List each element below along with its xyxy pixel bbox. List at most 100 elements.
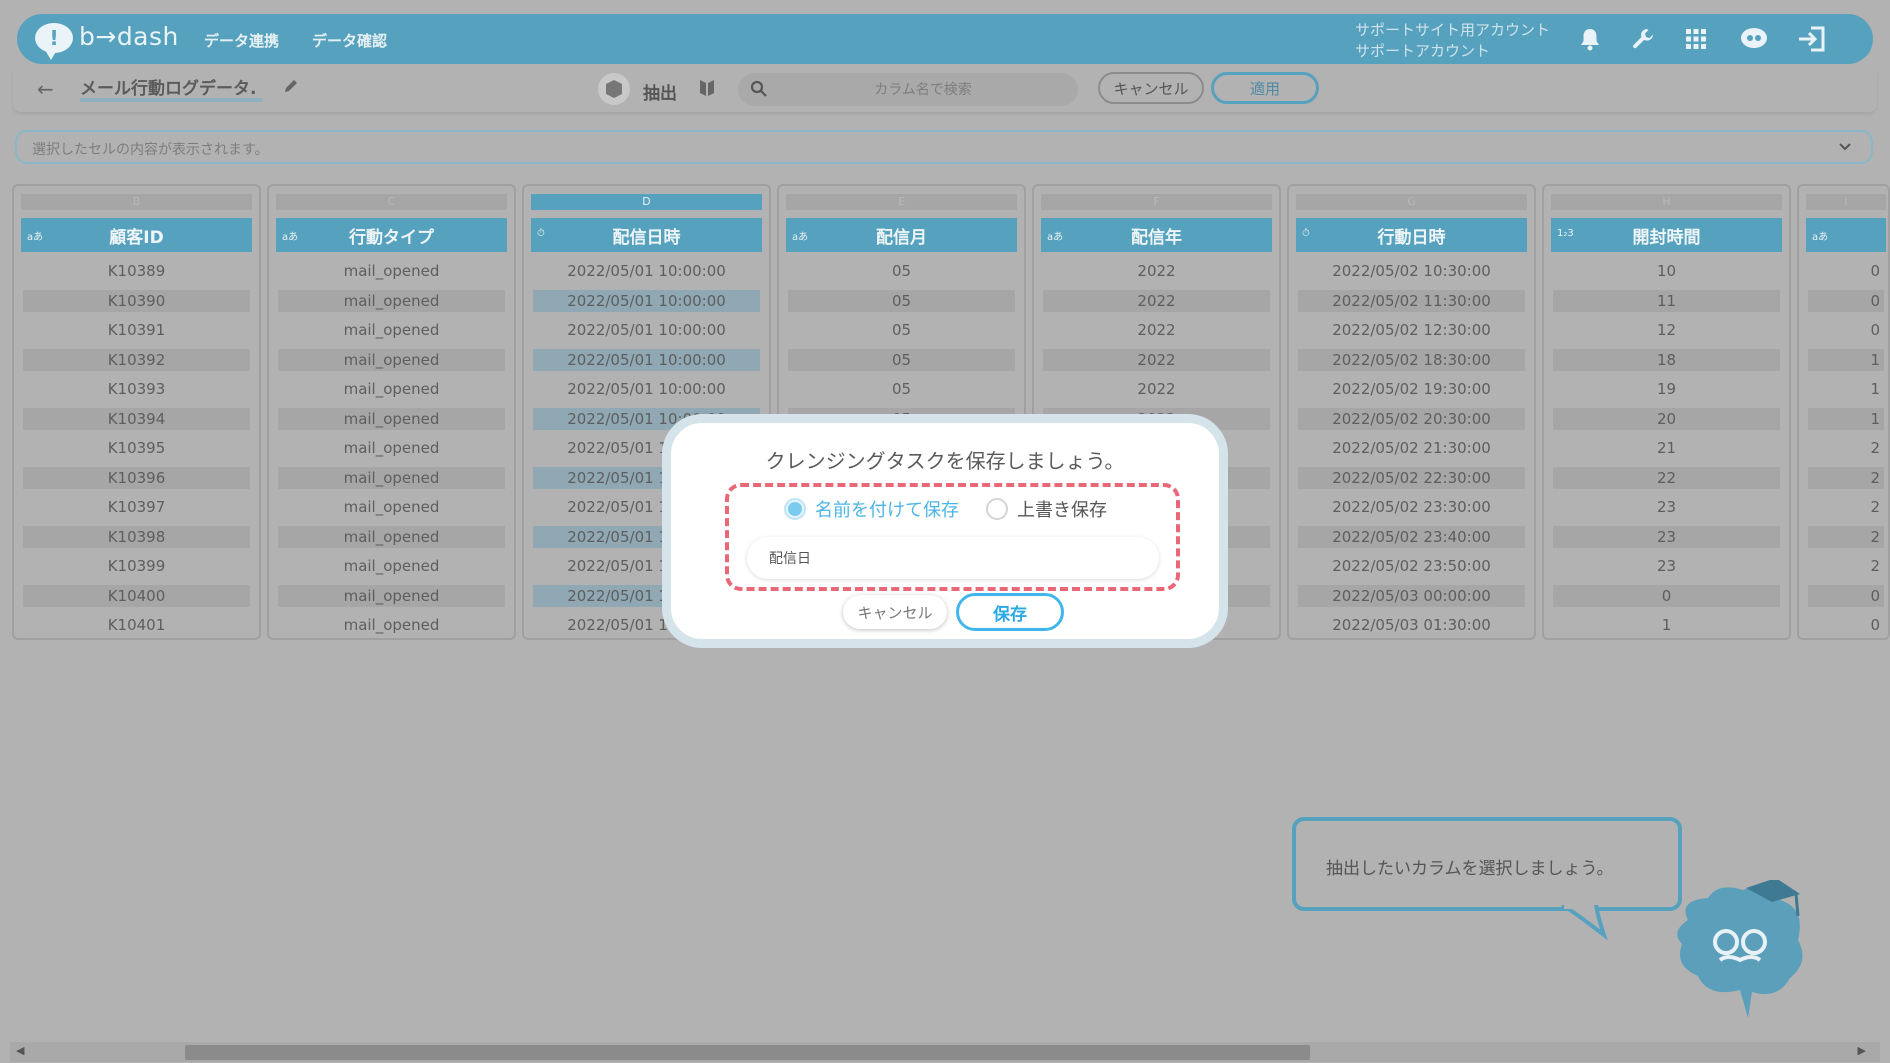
data-column[interactable]: Baあ 顧客ID K10389 K10390 K10391 K10392 K10393 K10… xyxy=(12,184,261,640)
table-cell[interactable]: 0 xyxy=(1808,260,1884,282)
column-letter[interactable]: D xyxy=(531,194,762,210)
table-cell[interactable]: K10392 xyxy=(23,348,250,371)
title-wrapper[interactable]: メール行動ログデータ. xyxy=(80,74,263,102)
table-cell[interactable]: mail_opened xyxy=(278,584,505,607)
table-cell[interactable]: mail_opened xyxy=(278,496,505,518)
table-cell[interactable]: mail_opened xyxy=(278,525,505,548)
filter-icon[interactable] xyxy=(698,78,716,102)
table-cell[interactable]: 05 xyxy=(788,378,1015,400)
table-cell[interactable]: 2022/05/02 19:30:00 xyxy=(1298,378,1525,400)
radio-save-as-new[interactable]: 名前を付けて保存 xyxy=(784,496,959,522)
table-cell[interactable]: 2022/05/02 23:50:00 xyxy=(1298,555,1525,577)
bell-icon[interactable] xyxy=(1575,24,1605,54)
table-cell[interactable]: K10396 xyxy=(23,466,250,489)
table-cell[interactable]: 2022/05/02 22:30:00 xyxy=(1298,466,1525,489)
table-cell[interactable]: 2022/05/02 23:30:00 xyxy=(1298,496,1525,518)
column-letter[interactable]: E xyxy=(786,194,1017,210)
nav-data-integration[interactable]: データ連携 xyxy=(204,30,279,51)
table-cell[interactable]: 0 xyxy=(1808,614,1884,636)
modal-save-button[interactable]: 保存 xyxy=(956,593,1064,631)
table-cell[interactable]: K10400 xyxy=(23,584,250,607)
table-cell[interactable]: 0 xyxy=(1808,319,1884,341)
logo[interactable]: ! b→dash xyxy=(35,20,185,60)
table-cell[interactable]: 19 xyxy=(1553,378,1780,400)
table-cell[interactable]: 23 xyxy=(1553,496,1780,518)
mascot-help-icon[interactable] xyxy=(1739,24,1769,54)
column-header[interactable]: aあ xyxy=(1806,218,1886,252)
table-cell[interactable]: mail_opened xyxy=(278,348,505,371)
table-cell[interactable]: mail_opened xyxy=(278,378,505,400)
scrollbar-thumb[interactable] xyxy=(185,1045,1310,1060)
table-cell[interactable]: mail_opened xyxy=(278,289,505,312)
column-letter[interactable]: I xyxy=(1806,194,1886,210)
table-cell[interactable]: 1 xyxy=(1808,407,1884,430)
table-cell[interactable]: K10391 xyxy=(23,319,250,341)
table-cell[interactable]: mail_opened xyxy=(278,437,505,459)
table-cell[interactable]: mail_opened xyxy=(278,466,505,489)
table-cell[interactable]: 1 xyxy=(1808,378,1884,400)
data-column[interactable]: Iaあ 0 0 0 1 1 1 2 2 2 2 2 0 0 xyxy=(1797,184,1890,640)
chevron-down-icon[interactable] xyxy=(1837,138,1853,158)
table-cell[interactable]: K10398 xyxy=(23,525,250,548)
nav-data-check[interactable]: データ確認 xyxy=(312,30,387,51)
table-cell[interactable]: 2022/05/02 10:30:00 xyxy=(1298,260,1525,282)
table-cell[interactable]: 11 xyxy=(1553,289,1780,312)
table-cell[interactable]: K10401 xyxy=(23,614,250,636)
column-header[interactable]: aあ 配信年 xyxy=(1041,218,1272,252)
column-header[interactable]: aあ 顧客ID xyxy=(21,218,252,252)
table-cell[interactable]: 2022/05/02 18:30:00 xyxy=(1298,348,1525,371)
table-cell[interactable]: 2022 xyxy=(1043,319,1270,341)
table-cell[interactable]: mail_opened xyxy=(278,260,505,282)
table-cell[interactable]: 18 xyxy=(1553,348,1780,371)
table-cell[interactable]: 2022/05/02 11:30:00 xyxy=(1298,289,1525,312)
table-cell[interactable]: 2022/05/02 21:30:00 xyxy=(1298,437,1525,459)
account-info[interactable]: サポートサイト用アカウント サポートアカウント xyxy=(1355,20,1550,62)
cell-content-bar[interactable]: 選択したセルの内容が表示されます。 xyxy=(15,130,1873,164)
column-letter[interactable]: H xyxy=(1551,194,1782,210)
table-cell[interactable]: 05 xyxy=(788,319,1015,341)
table-cell[interactable]: 2022/05/02 23:40:00 xyxy=(1298,525,1525,548)
table-cell[interactable]: 2022/05/01 10:00:00 xyxy=(533,319,760,341)
column-header[interactable]: ⏱ 配信日時 xyxy=(531,218,762,252)
column-letter[interactable]: B xyxy=(21,194,252,210)
table-cell[interactable]: 1 xyxy=(1553,614,1780,636)
wrench-icon[interactable] xyxy=(1629,24,1659,54)
scroll-right-icon[interactable]: ▶ xyxy=(1858,1044,1866,1057)
table-cell[interactable]: 2022/05/01 10:00:00 xyxy=(533,348,760,371)
column-header[interactable]: ⏱ 行動日時 xyxy=(1296,218,1527,252)
table-cell[interactable]: 2022 xyxy=(1043,289,1270,312)
radio-overwrite[interactable]: 上書き保存 xyxy=(986,496,1107,522)
search-input[interactable] xyxy=(778,73,1068,106)
table-cell[interactable]: K10399 xyxy=(23,555,250,577)
table-cell[interactable]: 12 xyxy=(1553,319,1780,341)
table-cell[interactable]: 21 xyxy=(1553,437,1780,459)
table-cell[interactable]: 2022/05/03 01:30:00 xyxy=(1298,614,1525,636)
table-cell[interactable]: 1 xyxy=(1808,348,1884,371)
table-cell[interactable]: 10 xyxy=(1553,260,1780,282)
table-cell[interactable]: 2022/05/01 10:00:00 xyxy=(533,260,760,282)
table-cell[interactable]: 23 xyxy=(1553,525,1780,548)
table-cell[interactable]: 05 xyxy=(788,289,1015,312)
table-cell[interactable]: 2022 xyxy=(1043,378,1270,400)
table-cell[interactable]: 20 xyxy=(1553,407,1780,430)
table-cell[interactable]: 2 xyxy=(1808,437,1884,459)
column-header[interactable]: 1₂3 開封時間 xyxy=(1551,218,1782,252)
table-cell[interactable]: mail_opened xyxy=(278,407,505,430)
apps-grid-icon[interactable] xyxy=(1681,24,1711,54)
table-cell[interactable]: 2022/05/03 00:00:00 xyxy=(1298,584,1525,607)
apply-button[interactable]: 適用 xyxy=(1211,72,1319,104)
cancel-button[interactable]: キャンセル xyxy=(1098,72,1204,104)
table-cell[interactable]: 0 xyxy=(1808,584,1884,607)
table-cell[interactable]: mail_opened xyxy=(278,614,505,636)
table-cell[interactable]: K10395 xyxy=(23,437,250,459)
task-name-input[interactable] xyxy=(747,537,1159,579)
back-arrow-icon[interactable]: ← xyxy=(37,77,54,101)
table-cell[interactable]: 2022/05/01 10:00:00 xyxy=(533,378,760,400)
table-cell[interactable]: K10394 xyxy=(23,407,250,430)
table-cell[interactable]: 2022/05/02 12:30:00 xyxy=(1298,319,1525,341)
table-cell[interactable]: 0 xyxy=(1808,289,1884,312)
table-cell[interactable]: 2022 xyxy=(1043,348,1270,371)
logout-icon[interactable] xyxy=(1797,24,1827,54)
column-header[interactable]: aあ 配信月 xyxy=(786,218,1017,252)
data-column[interactable]: H 1₂3 開封時間 10 11 12 18 19 20 21 22 23 23 23 0 1 xyxy=(1542,184,1791,640)
